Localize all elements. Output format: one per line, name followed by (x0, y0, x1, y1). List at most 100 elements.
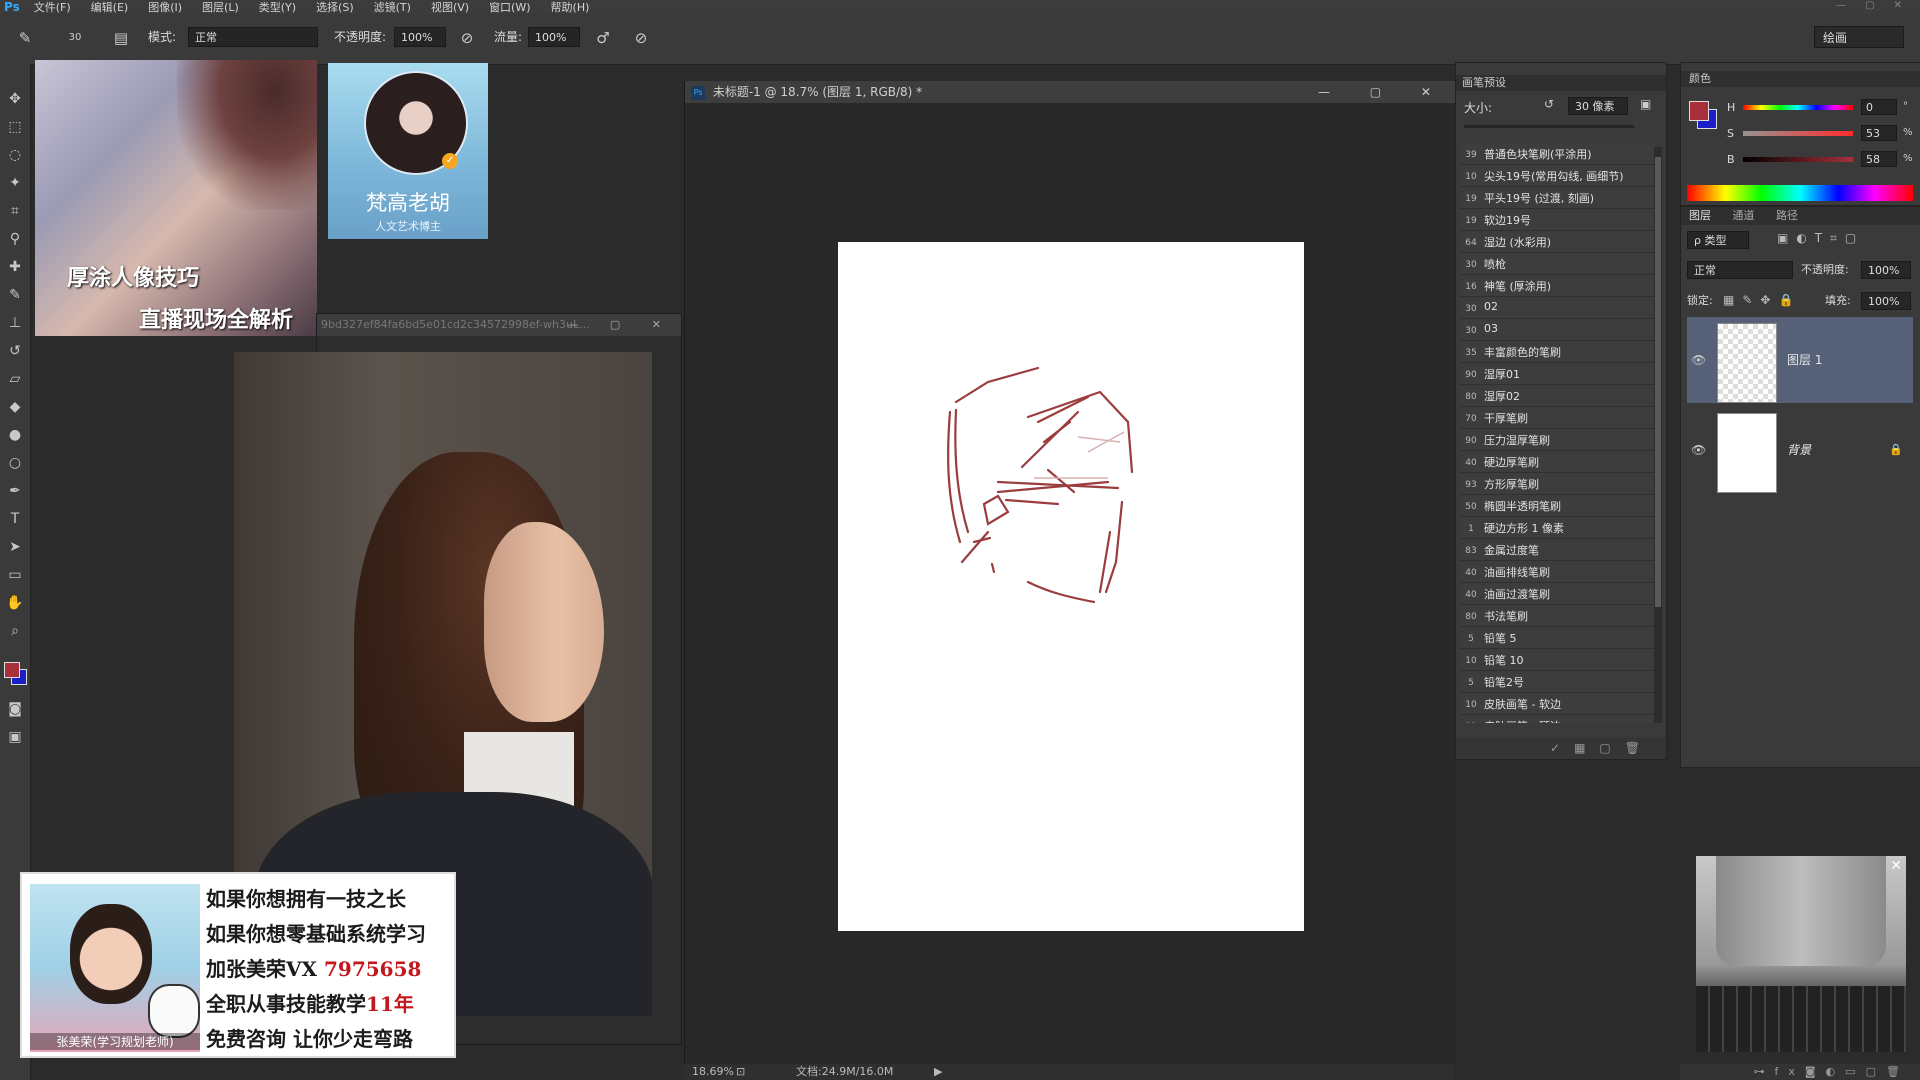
brush-preset-item[interactable]: 11 皮肤画笔 - 硬边 (1460, 715, 1656, 723)
brush-tool-icon[interactable]: ✎ (4, 284, 26, 306)
menu-edit[interactable]: 编辑(E) (91, 0, 129, 15)
brush-preset-item[interactable]: 5 铅笔 5 (1460, 627, 1656, 649)
layer-row-layer1[interactable]: 👁 图层 1 (1687, 317, 1913, 403)
flow-input[interactable]: 100% (528, 27, 580, 47)
brightness-slider[interactable] (1743, 157, 1853, 162)
lasso-tool-icon[interactable]: ◌ (4, 144, 26, 166)
menu-layer[interactable]: 图层(L) (202, 0, 239, 15)
brush-preset-item[interactable]: 90 压力湿厚笔刷 (1460, 429, 1656, 451)
mode-select[interactable]: 正常 (188, 27, 318, 47)
opacity-input[interactable]: 100% (394, 27, 446, 47)
brush-preset-item[interactable]: 30 02 (1460, 297, 1656, 319)
brush-preset-item[interactable]: 93 方形厚笔刷 (1460, 473, 1656, 495)
new-preset-icon[interactable]: ▢ (1599, 741, 1624, 755)
airbrush-icon[interactable]: ♂ (592, 27, 614, 49)
tab-layers[interactable]: 图层 (1689, 209, 1711, 222)
brush-preset-item[interactable]: 39 普通色块笔刷(平涂用) (1460, 143, 1656, 165)
brush-preset-item[interactable]: 80 湿厚02 (1460, 385, 1656, 407)
layer-name[interactable]: 图层 1 (1787, 351, 1822, 368)
brush-size-input[interactable]: 30 像素 (1568, 97, 1628, 115)
menu-select[interactable]: 选择(S) (316, 0, 354, 15)
tab-paths[interactable]: 路径 (1776, 209, 1798, 222)
hand-tool-icon[interactable]: ✋ (4, 592, 26, 614)
pressure-opacity-icon[interactable]: ⊘ (456, 27, 478, 49)
type-tool-icon[interactable]: T (4, 508, 26, 530)
brush-preset-item[interactable]: 70 干厚笔刷 (1460, 407, 1656, 429)
eraser-tool-icon[interactable]: ▱ (4, 368, 26, 390)
dodge-tool-icon[interactable]: ○ (4, 452, 26, 474)
brush-panel-options-icon[interactable]: ▣ (1640, 97, 1651, 111)
pressure-size-icon[interactable]: ⊘ (630, 27, 652, 49)
magic-wand-tool-icon[interactable]: ✦ (4, 172, 26, 194)
saturation-input[interactable]: 53 (1861, 125, 1897, 141)
delete-preset-icon[interactable]: 🗑 (1625, 741, 1654, 755)
visibility-eye-icon[interactable]: 👁 (1691, 443, 1706, 457)
brush-preset-item[interactable]: 10 皮肤画笔 - 软边 (1460, 693, 1656, 715)
history-brush-tool-icon[interactable]: ↺ (4, 340, 26, 362)
foreground-color-swatch[interactable] (4, 662, 20, 678)
mask-icon[interactable]: ◙ (1805, 1065, 1826, 1078)
foreground-color-swatch[interactable] (1689, 101, 1709, 121)
fx-icon[interactable]: fx (1775, 1065, 1805, 1078)
reset-size-icon[interactable]: ↺ (1544, 97, 1554, 111)
color-spectrum-bar[interactable] (1687, 185, 1913, 201)
brush-preset-item[interactable]: 30 喷枪 (1460, 253, 1656, 275)
brush-preset-item[interactable]: 40 油画排线笔刷 (1460, 561, 1656, 583)
adjustment-icon[interactable]: ◐ (1826, 1065, 1846, 1078)
brush-preset-item[interactable]: 35 丰富颜色的笔刷 (1460, 341, 1656, 363)
main-window-controls[interactable]: — ▢ ✕ (1318, 81, 1449, 103)
close-icon[interactable]: ✕ (1890, 858, 1902, 874)
blur-tool-icon[interactable]: ● (4, 424, 26, 446)
status-menu-arrow-icon[interactable]: ▶ (934, 1064, 942, 1080)
layer-filter-icons[interactable]: ▣◐T⌗▢ (1777, 231, 1864, 246)
reference-document-titlebar[interactable]: 9bd327ef84fa6bd5e01cd2c34572998ef-wh3uL.… (317, 314, 681, 336)
brush-preset-item[interactable]: 40 硬边厚笔刷 (1460, 451, 1656, 473)
brush-preset-item[interactable]: 1 硬边方形 1 像素 (1460, 517, 1656, 539)
layer-opacity-input[interactable]: 100% (1861, 261, 1911, 279)
toggle-preview-icon[interactable]: ✓ (1550, 741, 1574, 755)
group-icon[interactable]: ▭ (1845, 1065, 1865, 1078)
visibility-eye-icon[interactable]: 👁 (1691, 353, 1706, 367)
main-document-titlebar[interactable]: Ps 未标题-1 @ 18.7% (图层 1, RGB/8) * — ▢ ✕ (685, 81, 1455, 103)
brush-list-scrollbar[interactable] (1654, 147, 1662, 723)
pen-tool-icon[interactable]: ✒ (4, 480, 26, 502)
lock-icons[interactable]: ▦✎✥🔒 (1723, 293, 1801, 307)
brush-size-picker[interactable]: 30 (64, 27, 86, 49)
new-layer-icon[interactable]: ▢ (1866, 1065, 1886, 1078)
delete-layer-icon[interactable]: 🗑 (1886, 1065, 1910, 1078)
brush-preset-item[interactable]: 90 湿厚01 (1460, 363, 1656, 385)
layer-name[interactable]: 背景 (1787, 441, 1811, 458)
crop-tool-icon[interactable]: ⌗ (4, 200, 26, 222)
screen-mode-icon[interactable]: ▣ (4, 726, 26, 748)
color-panel-tab[interactable]: 颜色 (1681, 71, 1920, 87)
brush-preset-item[interactable]: 5 铅笔2号 (1460, 671, 1656, 693)
scrollbar-thumb[interactable] (1655, 157, 1661, 607)
menu-image[interactable]: 图像(I) (148, 0, 182, 15)
brush-preset-item[interactable]: 16 神笔 (厚涂用) (1460, 275, 1656, 297)
tab-channels[interactable]: 通道 (1733, 209, 1755, 222)
brush-preset-item[interactable]: 83 金属过度笔 (1460, 539, 1656, 561)
saturation-slider[interactable] (1743, 131, 1853, 136)
brush-presets-tab[interactable]: 画笔预设 (1456, 75, 1666, 91)
brush-preset-item[interactable]: 30 03 (1460, 319, 1656, 341)
marquee-tool-icon[interactable]: ⬚ (4, 116, 26, 138)
fill-input[interactable]: 100% (1861, 292, 1911, 310)
zoom-level[interactable]: 18.69% (692, 1064, 734, 1080)
move-tool-icon[interactable]: ✥ (4, 88, 26, 110)
workspace-switcher[interactable]: 绘画 (1814, 26, 1904, 48)
link-layers-icon[interactable]: ⊶ (1754, 1065, 1775, 1078)
brush-preset-item[interactable]: 64 湿边 (水彩用) (1460, 231, 1656, 253)
menu-file[interactable]: 文件(F) (34, 0, 71, 15)
blend-mode-select[interactable]: 正常 (1687, 261, 1793, 279)
brightness-input[interactable]: 58 (1861, 151, 1897, 167)
menu-view[interactable]: 视图(V) (431, 0, 469, 15)
menu-window[interactable]: 窗口(W) (489, 0, 530, 15)
clone-stamp-tool-icon[interactable]: ⊥ (4, 312, 26, 334)
brush-preset-item[interactable]: 19 平头19号 (过渡, 刻画) (1460, 187, 1656, 209)
brush-preset-item[interactable]: 50 椭圆半透明笔刷 (1460, 495, 1656, 517)
brush-preset-item[interactable]: 10 铅笔 10 (1460, 649, 1656, 671)
hue-slider[interactable] (1743, 105, 1853, 110)
quick-mask-icon[interactable]: ◙ (4, 698, 26, 720)
hue-input[interactable]: 0 (1861, 99, 1897, 115)
brush-preset-item[interactable]: 40 油画过渡笔刷 (1460, 583, 1656, 605)
